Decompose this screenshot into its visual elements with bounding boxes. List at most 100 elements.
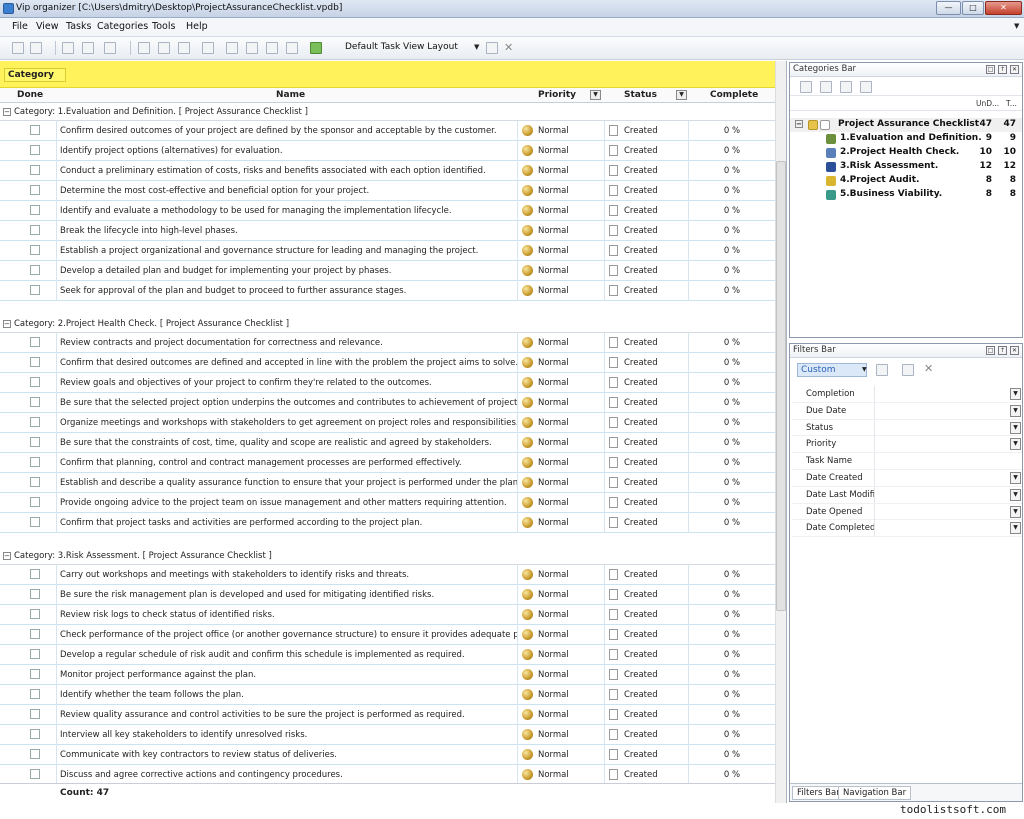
task-name[interactable]: Conduct a preliminary estimation of cost… [56, 161, 518, 181]
task-status[interactable]: Created [604, 705, 688, 725]
task-status[interactable]: Created [604, 473, 688, 493]
task-name[interactable]: Review goals and objectives of your proj… [56, 373, 518, 393]
task-name[interactable]: Establish a project organizational and g… [56, 241, 518, 261]
task-priority[interactable]: Normal [522, 181, 602, 201]
collapse-group-icon[interactable]: − [3, 319, 11, 328]
edit-category-icon[interactable] [840, 81, 852, 93]
filter-dropdown-icon[interactable]: ▼ [1010, 404, 1021, 417]
task-complete[interactable]: 0 % [688, 413, 775, 433]
panel-pin-icon[interactable]: ↑ [998, 346, 1007, 355]
task-status[interactable]: Created [604, 201, 688, 221]
column-status[interactable]: Status [624, 90, 657, 100]
save-icon[interactable] [62, 42, 74, 54]
task-priority[interactable]: Normal [522, 241, 602, 261]
task-complete[interactable]: 0 % [688, 141, 775, 161]
task-priority[interactable]: Normal [522, 745, 602, 765]
remove-filter-icon[interactable]: ✕ [924, 362, 933, 375]
close-button[interactable]: ✕ [985, 1, 1022, 15]
task-priority[interactable]: Normal [522, 353, 602, 373]
expand-tree-icon[interactable]: − [795, 120, 803, 128]
done-checkbox[interactable] [30, 689, 40, 699]
menu-help[interactable]: Help [186, 21, 208, 32]
add-subcategory-icon[interactable] [820, 81, 832, 93]
task-name[interactable]: Break the lifecycle into high-level phas… [56, 221, 518, 241]
task-priority[interactable]: Normal [522, 513, 602, 533]
category-item[interactable]: 5.Business Viability. 8 8 [790, 188, 1022, 202]
column-name[interactable]: Name [276, 90, 305, 100]
filter-value-input[interactable] [874, 486, 1022, 503]
task-name[interactable]: Identify project options (alternatives) … [56, 141, 518, 161]
task-priority[interactable]: Normal [522, 453, 602, 473]
done-checkbox[interactable] [30, 729, 40, 739]
panel-pin-icon[interactable]: ↑ [998, 65, 1007, 74]
filter-value-input[interactable] [874, 402, 1022, 419]
cut-icon[interactable] [138, 42, 150, 54]
done-checkbox[interactable] [30, 749, 40, 759]
task-complete[interactable]: 0 % [688, 705, 775, 725]
filter-dropdown-icon[interactable]: ▼ [1010, 522, 1021, 535]
task-name[interactable]: Interview all key stakeholders to identi… [56, 725, 518, 745]
done-checkbox[interactable] [30, 417, 40, 427]
filter-value-input[interactable] [874, 469, 1022, 486]
task-status[interactable]: Created [604, 765, 688, 785]
task-complete[interactable]: 0 % [688, 221, 775, 241]
task-name[interactable]: Review quality assurance and control act… [56, 705, 518, 725]
task-priority[interactable]: Normal [522, 493, 602, 513]
column-complete[interactable]: Complete [710, 90, 758, 100]
task-name[interactable]: Review risk logs to check status of iden… [56, 605, 518, 625]
task-name[interactable]: Develop a regular schedule of risk audit… [56, 645, 518, 665]
done-checkbox[interactable] [30, 669, 40, 679]
new-task-icon[interactable] [12, 42, 24, 54]
task-priority[interactable]: Normal [522, 665, 602, 685]
task-status[interactable]: Created [604, 141, 688, 161]
filter-preset-select[interactable]: Custom [797, 363, 867, 377]
done-checkbox[interactable] [30, 477, 40, 487]
table-row[interactable]: Establish a project organizational and g… [0, 241, 775, 261]
task-priority[interactable]: Normal [522, 141, 602, 161]
task-status[interactable]: Created [604, 181, 688, 201]
task-complete[interactable]: 0 % [688, 725, 775, 745]
table-row[interactable]: Confirm that project tasks and activitie… [0, 513, 775, 533]
done-checkbox[interactable] [30, 337, 40, 347]
table-row[interactable]: Review contracts and project documentati… [0, 333, 775, 353]
task-complete[interactable]: 0 % [688, 261, 775, 281]
menu-view[interactable]: View [36, 21, 59, 32]
task-complete[interactable]: 0 % [688, 645, 775, 665]
task-name[interactable]: Monitor project performance against the … [56, 665, 518, 685]
task-priority[interactable]: Normal [522, 121, 602, 141]
task-name[interactable]: Confirm desired outcomes of your project… [56, 121, 518, 141]
task-priority[interactable]: Normal [522, 725, 602, 745]
done-checkbox[interactable] [30, 457, 40, 467]
table-row[interactable]: Monitor project performance against the … [0, 665, 775, 685]
category-item[interactable]: − Project Assurance Checklist 47 47 [790, 118, 1022, 132]
done-checkbox[interactable] [30, 165, 40, 175]
table-row[interactable]: Organize meetings and workshops with sta… [0, 413, 775, 433]
task-priority[interactable]: Normal [522, 281, 602, 301]
tab-navigation-bar[interactable]: Navigation Bar [838, 786, 912, 800]
edit-icon[interactable] [158, 42, 170, 54]
group-header[interactable]: − Category: 1.Evaluation and Definition. … [0, 103, 775, 121]
task-status[interactable]: Created [604, 685, 688, 705]
task-status[interactable]: Created [604, 725, 688, 745]
outdent-icon[interactable] [246, 42, 258, 54]
task-priority[interactable]: Normal [522, 645, 602, 665]
filter-value-input[interactable] [874, 386, 1022, 402]
task-name[interactable]: Be sure that the selected project option… [56, 393, 518, 413]
task-complete[interactable]: 0 % [688, 685, 775, 705]
task-priority[interactable]: Normal [522, 333, 602, 353]
filter-value-input[interactable] [874, 520, 1022, 537]
task-name[interactable]: Be sure the risk management plan is deve… [56, 585, 518, 605]
task-priority[interactable]: Normal [522, 161, 602, 181]
task-name[interactable]: Provide ongoing advice to the project te… [56, 493, 518, 513]
task-name[interactable]: Organize meetings and workshops with sta… [56, 413, 518, 433]
table-row[interactable]: Confirm that planning, control and contr… [0, 453, 775, 473]
table-row[interactable]: Identify project options (alternatives) … [0, 141, 775, 161]
done-checkbox[interactable] [30, 397, 40, 407]
panel-close-icon[interactable]: ✕ [1010, 65, 1019, 74]
task-name[interactable]: Confirm that planning, control and contr… [56, 453, 518, 473]
clear-filter-icon[interactable] [902, 364, 914, 376]
task-complete[interactable]: 0 % [688, 333, 775, 353]
done-checkbox[interactable] [30, 225, 40, 235]
task-complete[interactable]: 0 % [688, 201, 775, 221]
panel-close-icon[interactable]: ✕ [1010, 346, 1019, 355]
